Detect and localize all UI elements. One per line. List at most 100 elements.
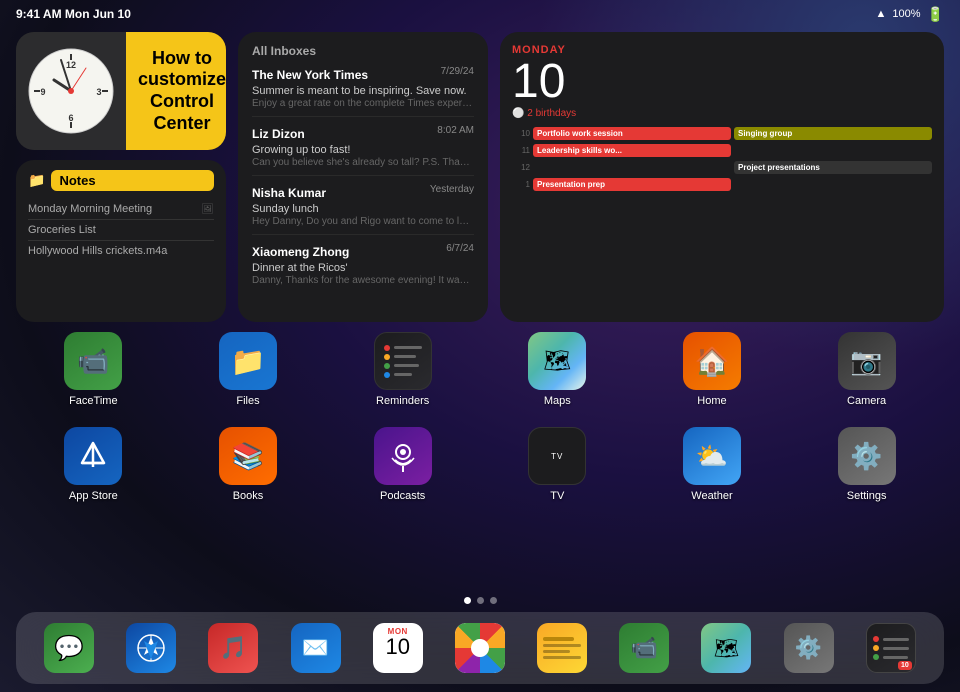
svg-text:9: 9 — [40, 87, 45, 97]
appstore-label: App Store — [69, 490, 118, 502]
podcasts-svg — [385, 438, 421, 474]
notes-item-2[interactable]: Groceries List — [28, 220, 214, 241]
cal-event-3: Leadership skills wo... — [533, 144, 731, 157]
mail-sender-4: Xiaomeng Zhong — [252, 245, 349, 259]
app-podcasts[interactable]: Podcasts — [363, 427, 443, 502]
dock-settings[interactable]: ⚙️ — [784, 623, 834, 673]
notes-item-1[interactable]: Monday Morning Meeting 🖼 — [28, 199, 214, 220]
books-icon: 📚 — [219, 427, 277, 485]
mail-item-4[interactable]: Xiaomeng Zhong 6/7/24 Dinner at the Rico… — [252, 243, 474, 293]
cal-event-2: Singing group — [734, 127, 932, 140]
app-grid: 📹 FaceTime 📁 Files Reminders — [16, 332, 944, 522]
mail-sender-3: Nisha Kumar — [252, 186, 326, 200]
calendar-dock-icon: MON 10 — [373, 623, 423, 673]
wifi-icon: ▲ — [876, 8, 887, 20]
home-icon: 🏠 — [683, 332, 741, 390]
dock-reminders[interactable]: 10 — [866, 623, 916, 673]
mail-date-1: 7/29/24 — [441, 66, 474, 77]
battery-icon: 🔋 — [927, 6, 944, 23]
notes-item-3[interactable]: Hollywood Hills crickets.m4a — [28, 241, 214, 261]
dot-2[interactable] — [477, 597, 484, 604]
app-row-2: App Store 📚 Books Podcasts — [16, 427, 944, 502]
page-dots — [0, 597, 960, 604]
weather-icon: ⛅ — [683, 427, 741, 485]
files-label: Files — [236, 395, 259, 407]
dock-music[interactable]: 🎵 — [208, 623, 258, 673]
mail-item-2[interactable]: Liz Dizon 8:02 AM Growing up too fast! C… — [252, 125, 474, 176]
messages-dock-icon: 💬 — [44, 623, 94, 673]
app-appstore[interactable]: App Store — [53, 427, 133, 502]
appstore-icon — [64, 427, 122, 485]
app-facetime[interactable]: 📹 FaceTime — [53, 332, 133, 407]
camera-label: Camera — [847, 395, 886, 407]
mail-sender-2: Liz Dizon — [252, 127, 305, 141]
mail-item-1[interactable]: The New York Times 7/29/24 Summer is mea… — [252, 66, 474, 117]
cal-birthdays: ⚪ 2 birthdays — [512, 108, 932, 119]
facetime-dock-icon: 📹 — [619, 623, 669, 673]
cal-date: 10 — [512, 58, 932, 106]
widgets-area: 12 3 6 9 How to customize Control Center — [16, 32, 944, 322]
app-weather[interactable]: ⛅ Weather — [672, 427, 752, 502]
notes-header: 📁 Notes — [28, 170, 214, 191]
safari-dock-icon — [126, 623, 176, 673]
tv-label: TV — [550, 490, 564, 502]
app-home[interactable]: 🏠 Home — [672, 332, 752, 407]
calendar-widget[interactable]: MONDAY 10 ⚪ 2 birthdays 10 Portfolio wor… — [500, 32, 944, 322]
control-center-tip[interactable]: How to customize Control Center — [126, 32, 226, 150]
settings-label: Settings — [847, 490, 887, 502]
battery-level: 100% — [892, 8, 920, 20]
status-right: ▲ 100% 🔋 — [876, 6, 944, 23]
notes-dock-icon — [537, 623, 587, 673]
dock-messages[interactable]: 💬 — [44, 623, 94, 673]
music-dock-icon: 🎵 — [208, 623, 258, 673]
home-label: Home — [697, 395, 726, 407]
cal-day-label: MONDAY — [512, 44, 932, 56]
cal-event-4: Project presentations — [734, 161, 932, 174]
mail-date-3: Yesterday — [430, 184, 474, 195]
dock-photos[interactable] — [455, 623, 505, 673]
clock-svg: 12 3 6 9 — [26, 46, 116, 136]
maps-dock-icon: 🗺 — [701, 623, 751, 673]
dock: 💬 🎵 ✉️ MON 10 — [16, 612, 944, 684]
app-camera[interactable]: 📷 Camera — [827, 332, 907, 407]
maps-icon: 🗺 — [528, 332, 586, 390]
dot-1[interactable] — [464, 597, 471, 604]
dot-3[interactable] — [490, 597, 497, 604]
mail-preview-4: Danny, Thanks for the awesome evening! I… — [252, 275, 474, 286]
svg-text:6: 6 — [68, 113, 73, 123]
app-books[interactable]: 📚 Books — [208, 427, 288, 502]
notes-title: Notes — [51, 170, 214, 191]
facetime-label: FaceTime — [69, 395, 118, 407]
cal-dock-num: 10 — [386, 636, 410, 658]
mail-widget[interactable]: All Inboxes The New York Times 7/29/24 S… — [238, 32, 488, 322]
app-maps[interactable]: 🗺 Maps — [517, 332, 597, 407]
mail-dock-icon: ✉️ — [291, 623, 341, 673]
dock-maps[interactable]: 🗺 — [701, 623, 751, 673]
facetime-icon: 📹 — [64, 332, 122, 390]
dock-mail[interactable]: ✉️ — [291, 623, 341, 673]
tv-icon: TV — [528, 427, 586, 485]
dock-calendar[interactable]: MON 10 — [373, 623, 423, 673]
app-settings[interactable]: ⚙️ Settings — [827, 427, 907, 502]
mail-item-3[interactable]: Nisha Kumar Yesterday Sunday lunch Hey D… — [252, 184, 474, 235]
dock-facetime[interactable]: 📹 — [619, 623, 669, 673]
mail-subject-1: Summer is meant to be inspiring. Save no… — [252, 85, 474, 97]
status-time: 9:41 AM Mon Jun 10 — [16, 7, 131, 21]
dock-safari[interactable] — [126, 623, 176, 673]
mail-date-4: 6/7/24 — [446, 243, 474, 254]
cal-events: 10 Portfolio work session Singing group … — [512, 127, 932, 191]
notes-folder-icon: 📁 — [28, 172, 45, 189]
photos-dock-icon — [455, 623, 505, 673]
mail-sender-1: The New York Times — [252, 68, 368, 82]
svg-text:3: 3 — [96, 87, 101, 97]
control-center-tip-text: How to customize Control Center — [138, 48, 226, 134]
app-tv[interactable]: TV TV — [517, 427, 597, 502]
cal-event-1: Portfolio work session — [533, 127, 731, 140]
notes-widget[interactable]: 📁 Notes Monday Morning Meeting 🖼 Groceri… — [16, 160, 226, 322]
mail-header: All Inboxes — [252, 44, 474, 58]
dock-notes[interactable] — [537, 623, 587, 673]
clock-widget[interactable]: 12 3 6 9 How to customize Control Center — [16, 32, 226, 150]
app-files[interactable]: 📁 Files — [208, 332, 288, 407]
status-bar: 9:41 AM Mon Jun 10 ▲ 100% 🔋 — [0, 0, 960, 28]
app-reminders[interactable]: Reminders — [363, 332, 443, 407]
